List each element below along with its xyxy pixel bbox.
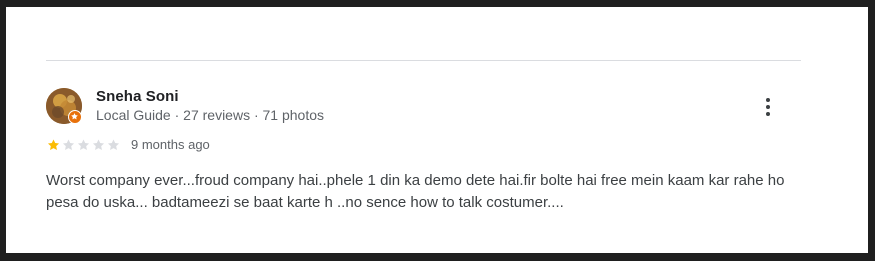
star-empty-icon [62, 139, 75, 151]
star-empty-icon [92, 139, 105, 151]
review-text: Worst company ever...froud company hai..… [46, 172, 785, 211]
star-empty-icon [77, 139, 90, 151]
star-empty-icon [107, 139, 120, 151]
review-card: Sneha Soni Local Guide · 27 reviews · 71… [6, 7, 868, 253]
star-filled-icon [47, 139, 60, 151]
star-rating [46, 138, 121, 152]
more-options-button[interactable] [754, 93, 782, 121]
divider [46, 60, 801, 61]
more-vert-icon [766, 98, 770, 102]
local-guide-star-icon [68, 110, 82, 124]
review-date: 9 months ago [131, 137, 210, 152]
more-vert-icon-dot [766, 105, 770, 109]
more-vert-icon-dot [766, 112, 770, 116]
reviewer-meta[interactable]: Local Guide · 27 reviews · 71 photos [96, 107, 324, 123]
reviewer-name[interactable]: Sneha Soni [96, 88, 179, 105]
